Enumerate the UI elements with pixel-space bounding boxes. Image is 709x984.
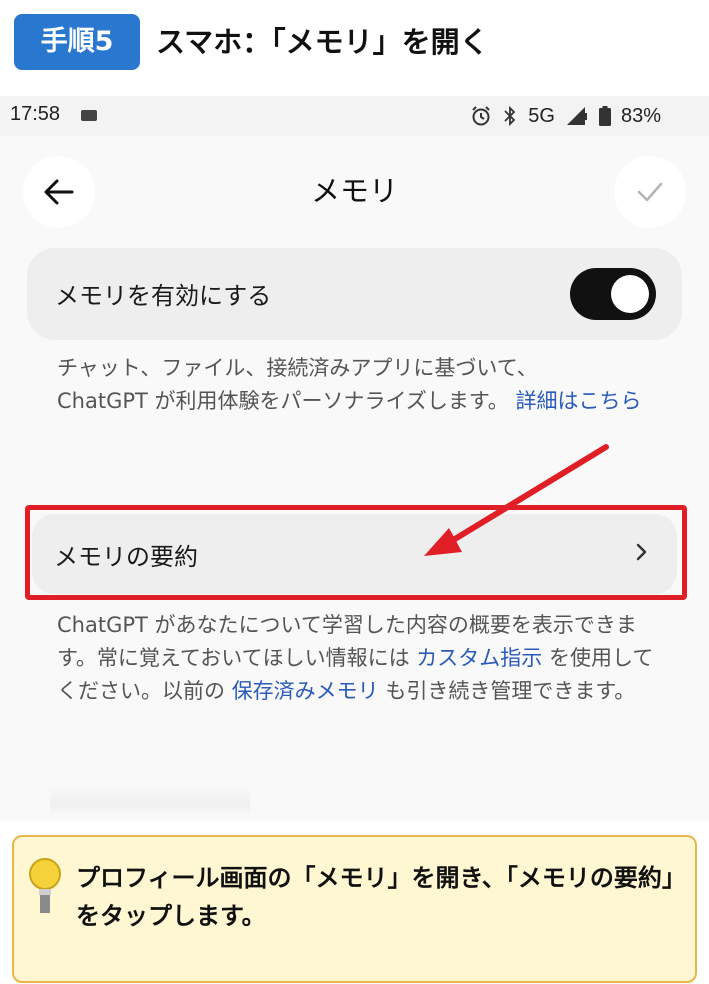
memory-description: チャット、ファイル、接続済みアプリに基づいて、 ChatGPT が利用体験をパー… bbox=[57, 352, 657, 418]
phone-screenshot: 17:58 5G 83% メモリ メモリを有効にする チャット、ファイル、接続済… bbox=[0, 96, 709, 821]
tip-text: プロフィール画面の「メモリ」を開き、「メモリの要約」をタップします。 bbox=[76, 864, 686, 930]
status-time: 17:58 bbox=[10, 103, 61, 125]
alarm-icon bbox=[472, 106, 490, 126]
bluetooth-icon bbox=[504, 105, 516, 127]
step-title: スマホ：「メモリ」を開く bbox=[156, 25, 489, 59]
memory-description-line2: ChatGPT が利用体験をパーソナライズします。 bbox=[57, 389, 509, 413]
saved-memories-link[interactable]: 保存済みメモリ bbox=[232, 679, 379, 703]
status-bar: 17:58 5G 83% bbox=[0, 96, 709, 136]
memory-toggle-switch[interactable] bbox=[570, 268, 656, 320]
network-label: 5G bbox=[528, 104, 555, 127]
lightbulb-icon bbox=[29, 858, 61, 913]
battery-level: 83% bbox=[620, 104, 661, 127]
check-icon bbox=[637, 182, 663, 202]
tip-box: プロフィール画面の「メモリ」を開き、「メモリの要約」をタップします。 bbox=[12, 835, 697, 983]
faded-next-section bbox=[50, 786, 250, 816]
memory-description-line1: チャット、ファイル、接続済みアプリに基づいて、 bbox=[57, 356, 538, 380]
learn-more-link[interactable]: 詳細はこちら bbox=[515, 389, 641, 413]
screen-title: メモリ bbox=[310, 174, 398, 208]
battery-icon bbox=[598, 106, 611, 126]
confirm-button[interactable] bbox=[614, 156, 686, 228]
signal-icon bbox=[566, 107, 587, 125]
highlight-box bbox=[25, 505, 687, 600]
memory-toggle-row[interactable]: メモリを有効にする bbox=[27, 248, 682, 340]
step-badge: 手順5 bbox=[14, 14, 140, 70]
custom-instructions-link[interactable]: カスタム指示 bbox=[416, 646, 542, 670]
summary-description: ChatGPT があなたについて学習した内容の概要を表示できます。常に覚えておい… bbox=[57, 609, 657, 708]
sd-card-icon bbox=[81, 110, 97, 121]
summary-description-part3: も引き続き管理できます。 bbox=[385, 679, 636, 703]
memory-toggle-label: メモリを有効にする bbox=[55, 282, 272, 310]
toggle-knob bbox=[611, 275, 649, 313]
status-icons: 5G 83% bbox=[470, 102, 661, 130]
